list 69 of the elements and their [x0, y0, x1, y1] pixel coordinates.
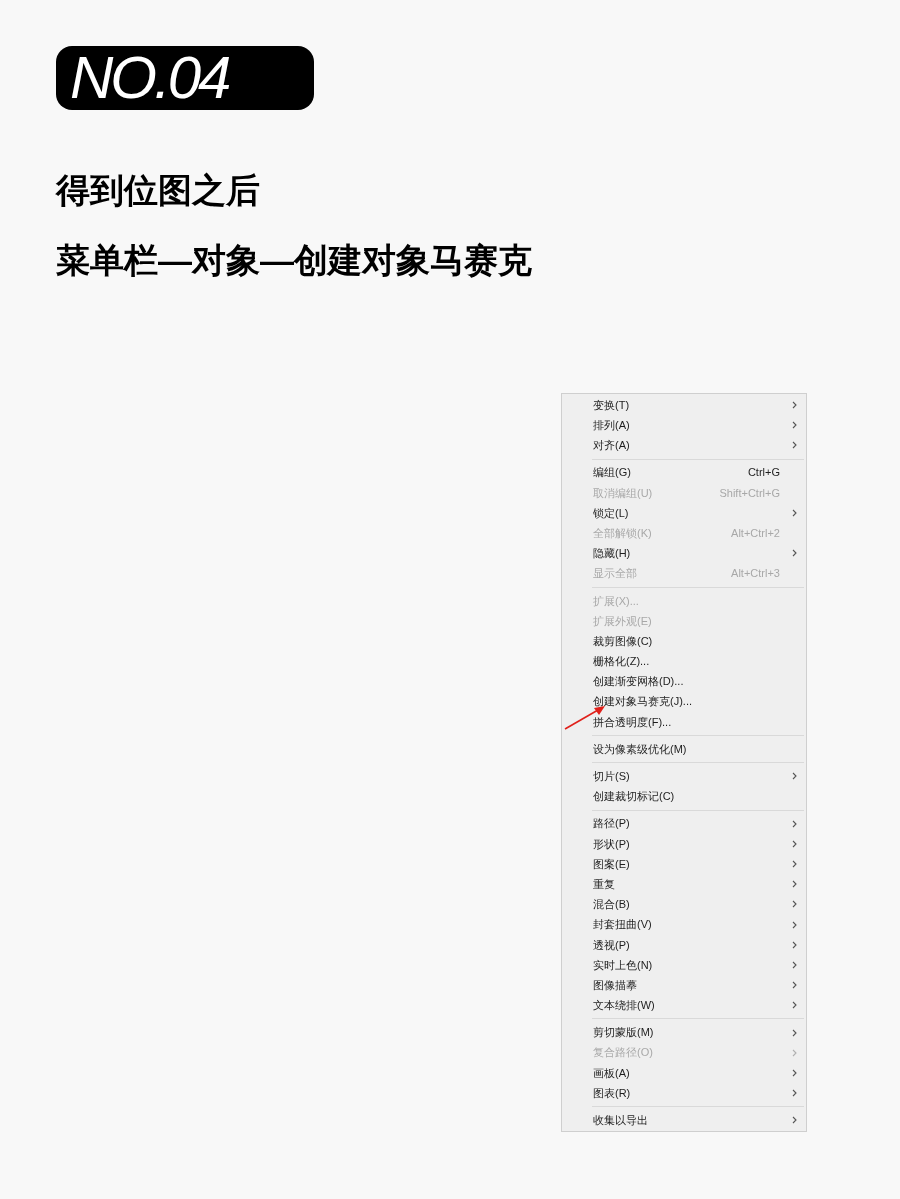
menu-item-label: 图像描摹	[593, 977, 638, 993]
menu-item[interactable]: 图案(E)	[562, 853, 806, 875]
heading: 菜单栏—对象—创建对象马赛克	[56, 240, 532, 280]
menu-item[interactable]: 锁定(L)	[562, 502, 806, 524]
menu-item-label: 对齐(A)	[593, 438, 631, 454]
menu-item-label: 创建裁切标记(C)	[593, 789, 676, 805]
menu-item-label: 编组(G)	[593, 465, 632, 481]
menu-item-label: 剪切蒙版(M)	[593, 1025, 655, 1041]
menu-item[interactable]: 设为像素级优化(M)	[562, 739, 806, 760]
menu-item-label: 设为像素级优化(M)	[593, 741, 688, 757]
shortcut-label: Alt+Ctrl+2	[731, 525, 780, 541]
menu-item[interactable]: 封套扭曲(V)	[562, 914, 806, 935]
menu-item[interactable]: 创建裁切标记(C)	[562, 786, 806, 807]
menu-item-label: 文本绕排(W)	[593, 998, 656, 1014]
menu-item[interactable]: 重复	[562, 874, 806, 895]
menu-item-label: 路径(P)	[593, 816, 631, 832]
heading: 得到位图之后	[56, 170, 260, 210]
menu-item[interactable]: 画板(A)	[562, 1062, 806, 1083]
menu-item[interactable]: 图表(R)	[562, 1083, 806, 1104]
menu-item[interactable]: 栅格化(Z)...	[562, 651, 806, 672]
menu-item-label: 透视(P)	[593, 937, 631, 953]
menu-item-label: 形状(P)	[593, 836, 631, 852]
menu-item[interactable]: 实时上色(N)	[562, 954, 806, 976]
menu-item-label: 实时上色(N)	[593, 957, 654, 973]
menu-item-label: 图表(R)	[593, 1085, 632, 1101]
number-badge: NO.04	[56, 46, 314, 110]
menu-item[interactable]: 拼合透明度(F)...	[562, 711, 806, 732]
menu-item-label: 扩展外观(E)	[593, 613, 653, 629]
menu-item-label: 创建对象马赛克(J)...	[593, 694, 693, 710]
menu-item[interactable]: 文本绕排(W)	[562, 995, 806, 1016]
menu-item[interactable]: 编组(G) Ctrl+G	[562, 462, 806, 483]
menu-item-label: 混合(B)	[593, 897, 631, 913]
shortcut-label: Ctrl+G	[747, 465, 780, 481]
menu-item[interactable]: 剪切蒙版(M)	[562, 1022, 806, 1043]
menu-item-label: 隐藏(H)	[593, 546, 632, 562]
menu-item-label: 切片(S)	[593, 769, 631, 785]
menu-item-label: 变换(T)	[593, 397, 631, 413]
menu-item-label: 扩展(X)...	[593, 593, 640, 609]
shortcut-label: Alt+Ctrl+3	[731, 566, 780, 582]
menu-item-label: 排列(A)	[593, 418, 631, 434]
menu-item[interactable]: 裁剪图像(C)	[562, 631, 806, 652]
menu-item-label: 裁剪图像(C)	[593, 633, 654, 649]
menu-item[interactable]: 隐藏(H)	[562, 543, 806, 564]
menu-item[interactable]: 透视(P)	[562, 934, 806, 955]
menu-item-label: 栅格化(Z)...	[593, 654, 651, 670]
menu-item[interactable]: 路径(P)	[562, 813, 806, 834]
menu-item-label: 全部解锁(K)	[593, 525, 653, 541]
shortcut-label: Shift+Ctrl+G	[719, 485, 780, 501]
menu-item-label: 复合路径(O)	[593, 1045, 654, 1061]
menu-item[interactable]: 切片(S)	[562, 766, 806, 787]
menu-item[interactable]: 形状(P)	[562, 833, 806, 854]
menu-item[interactable]: 混合(B)	[562, 894, 806, 915]
menu-item[interactable]: 变换(T)	[562, 395, 806, 416]
menu-item[interactable]: 创建渐变网格(D)...	[562, 671, 806, 692]
menu-item-label: 封套扭曲(V)	[593, 917, 653, 933]
menu-item-label: 取消编组(U)	[593, 485, 654, 501]
menu-item-label: 画板(A)	[593, 1065, 631, 1081]
menu-item[interactable]: 收集以导出	[562, 1110, 806, 1131]
menu-item-label: 显示全部	[593, 566, 638, 582]
menu-item[interactable]: 对齐(A)	[562, 435, 806, 456]
menu-item-label: 拼合透明度(F)...	[593, 714, 673, 730]
menu-item-label: 创建渐变网格(D)...	[593, 674, 685, 690]
menu-item-label: 收集以导出	[593, 1113, 649, 1129]
menu-item-label: 重复	[593, 876, 616, 892]
menu-item[interactable]: 排列(A)	[562, 415, 806, 436]
menu-item-label: 锁定(L)	[593, 505, 630, 521]
menu-item[interactable]: 图像描摹	[562, 975, 806, 996]
menu-item-label: 图案(E)	[593, 856, 631, 872]
menu-item[interactable]: 创建对象马赛克(J)...	[562, 691, 806, 712]
